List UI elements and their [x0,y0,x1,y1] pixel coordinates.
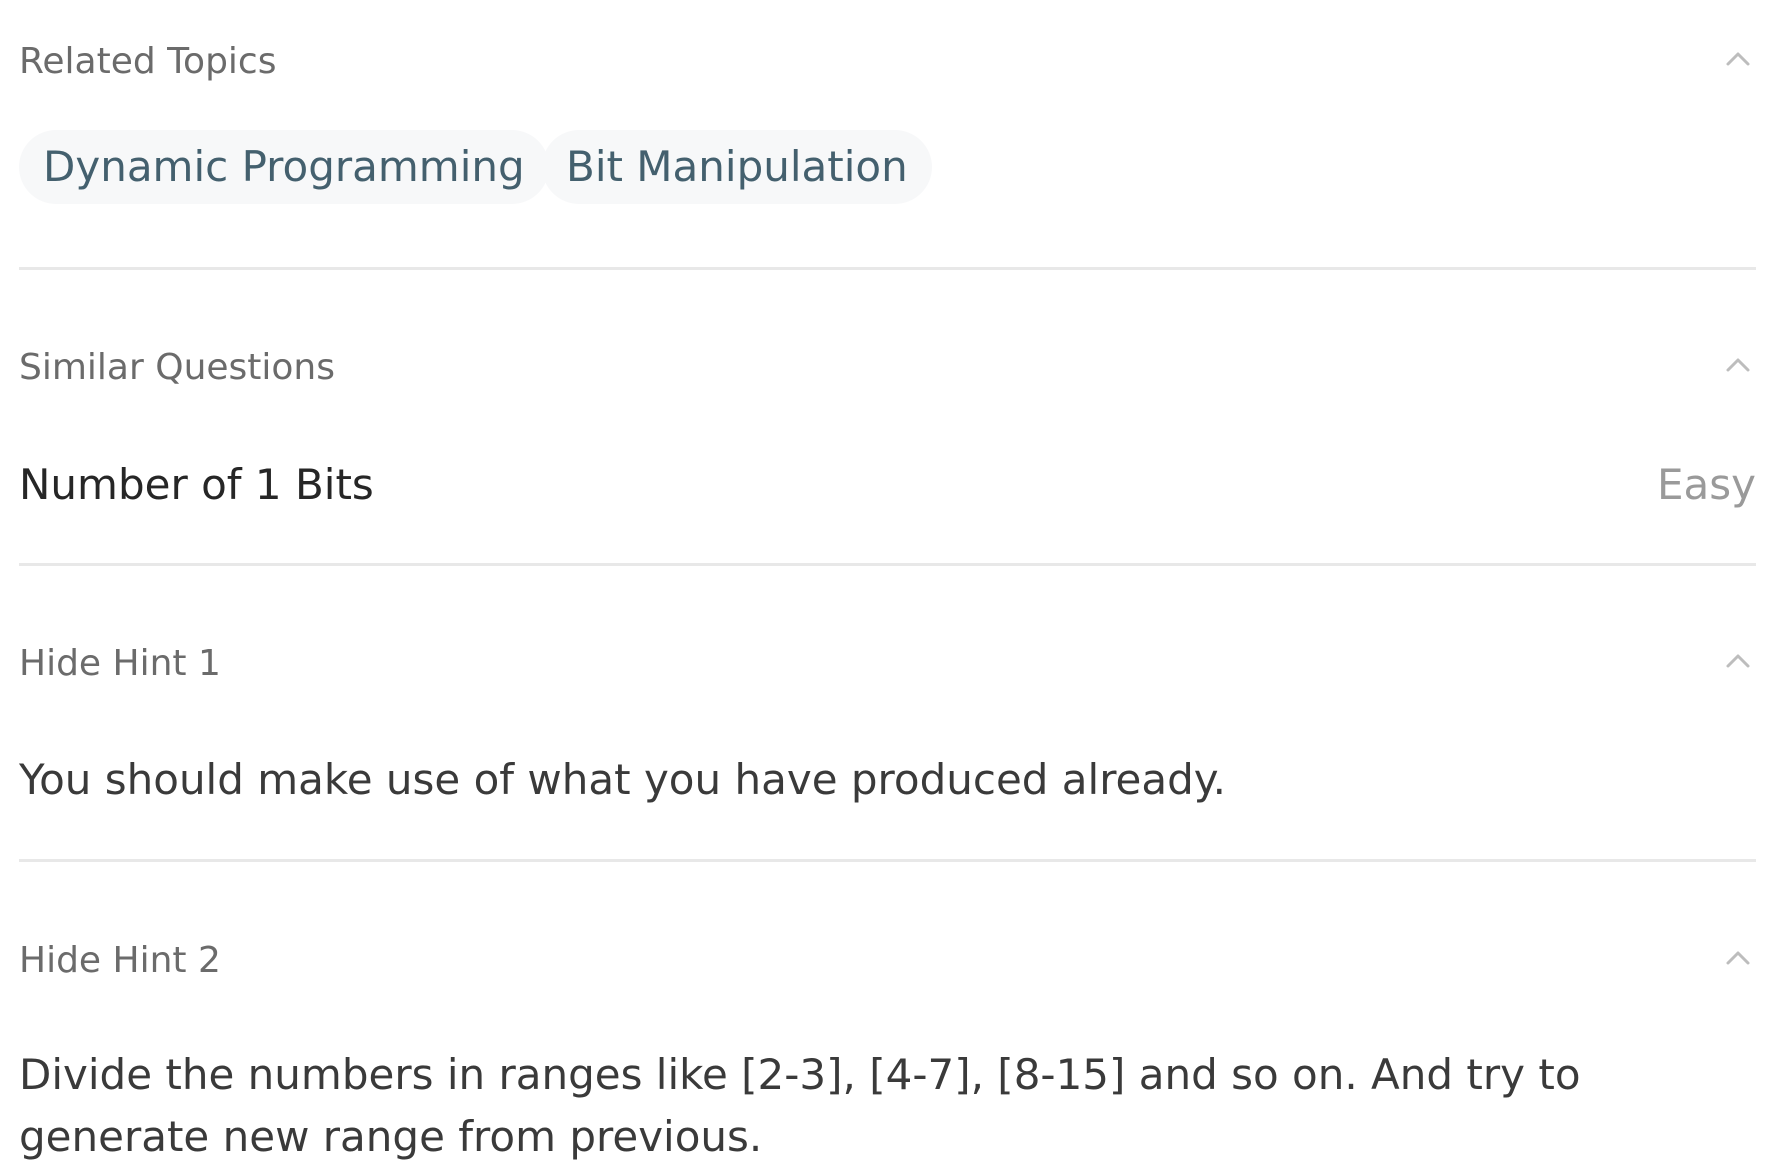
problem-side-panel: Related Topics Dynamic Programming Bit M… [0,0,1782,1176]
hint-1-header[interactable]: Hide Hint 1 [19,632,1756,692]
hint-2-header[interactable]: Hide Hint 2 [19,929,1756,989]
difficulty-badge: Easy [1656,460,1756,509]
hint-2-section: Hide Hint 2 Divide the numbers in ranges… [19,929,1756,1176]
similar-questions-section: Similar Questions Number of 1 Bits Easy [19,336,1756,536]
chevron-up-icon[interactable] [1720,352,1756,376]
hint-2-title: Hide Hint 2 [19,940,221,981]
divider [19,563,1756,566]
divider [19,267,1756,270]
related-topics-title: Related Topics [19,41,277,82]
tag-bit-manipulation[interactable]: Bit Manipulation [542,130,932,204]
similar-questions-title: Similar Questions [19,347,336,388]
related-topics-section: Related Topics Dynamic Programming Bit M… [19,30,1756,220]
similar-question-title[interactable]: Number of 1 Bits [19,464,374,506]
similar-question-item[interactable]: Number of 1 Bits Easy [19,456,1756,516]
divider [19,859,1756,862]
chevron-up-icon[interactable] [1720,648,1756,672]
hint-2-text: Divide the numbers in ranges like [2-3],… [19,1050,1581,1161]
tag-dynamic-programming[interactable]: Dynamic Programming [19,130,549,204]
hint-1-text: You should make use of what you have pro… [19,755,1227,804]
chevron-up-icon[interactable] [1720,46,1756,70]
hint-1-section: Hide Hint 1 You should make use of what … [19,632,1756,832]
hint-1-title: Hide Hint 1 [19,643,221,684]
chevron-up-icon[interactable] [1720,945,1756,969]
related-topics-header[interactable]: Related Topics [19,30,1756,90]
similar-questions-header[interactable]: Similar Questions [19,336,1756,396]
